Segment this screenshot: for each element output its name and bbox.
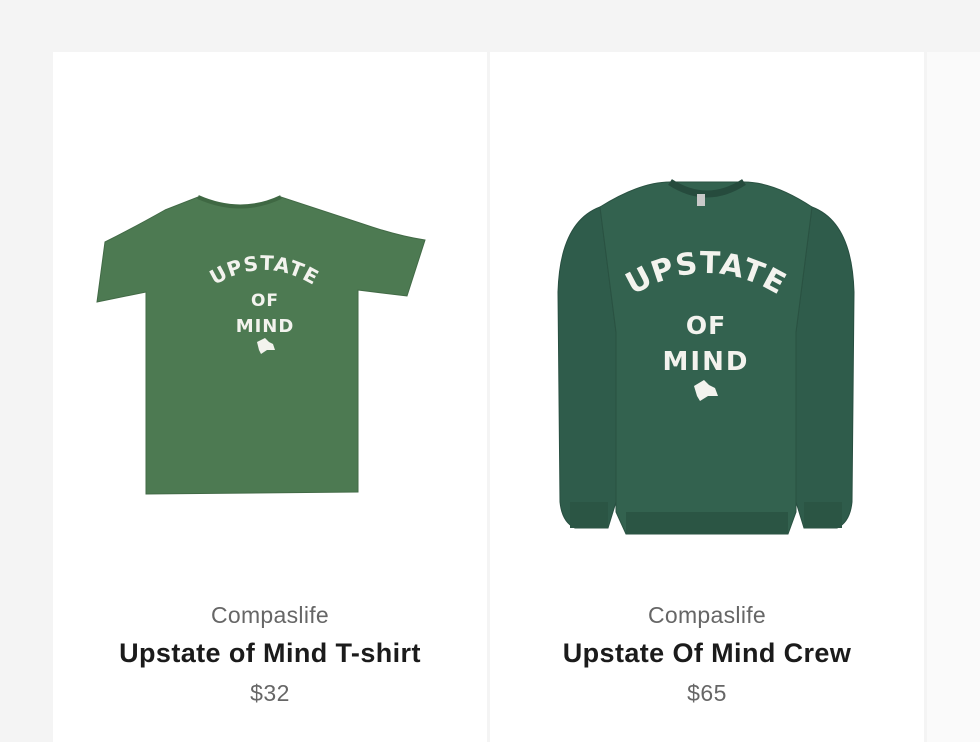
tshirt-print-line3: MIND: [236, 316, 295, 337]
product-card-crew[interactable]: UPSTATE OF MIND Compaslife Upstate Of Mi…: [490, 52, 924, 742]
crew-tag: [697, 194, 705, 206]
product-title[interactable]: Upstate of Mind T-shirt: [53, 638, 487, 669]
crew-right-cuff: [804, 502, 842, 528]
product-image-crew[interactable]: UPSTATE OF MIND: [490, 172, 924, 592]
product-price: $32: [250, 680, 290, 706]
crewneck-image: UPSTATE OF MIND: [557, 179, 855, 535]
product-grid: UPSTATE OF MIND Compaslife Upstate of Mi…: [53, 52, 980, 742]
crew-hem: [626, 512, 788, 534]
product-vendor[interactable]: Compaslife: [53, 602, 487, 629]
tshirt-print-line2: OF: [251, 291, 279, 311]
product-title[interactable]: Upstate Of Mind Crew: [490, 638, 924, 669]
crew-print-line3: MIND: [663, 347, 750, 377]
product-vendor[interactable]: Compaslife: [490, 602, 924, 629]
crew-left-cuff: [570, 502, 608, 528]
product-image-tshirt[interactable]: UPSTATE OF MIND: [53, 172, 487, 592]
product-price: $65: [687, 680, 727, 706]
product-card-partial[interactable]: [927, 52, 980, 742]
crew-print-line2: OF: [686, 311, 726, 340]
product-card-tshirt[interactable]: UPSTATE OF MIND Compaslife Upstate of Mi…: [53, 52, 487, 742]
tshirt-image: UPSTATE OF MIND: [96, 195, 426, 495]
